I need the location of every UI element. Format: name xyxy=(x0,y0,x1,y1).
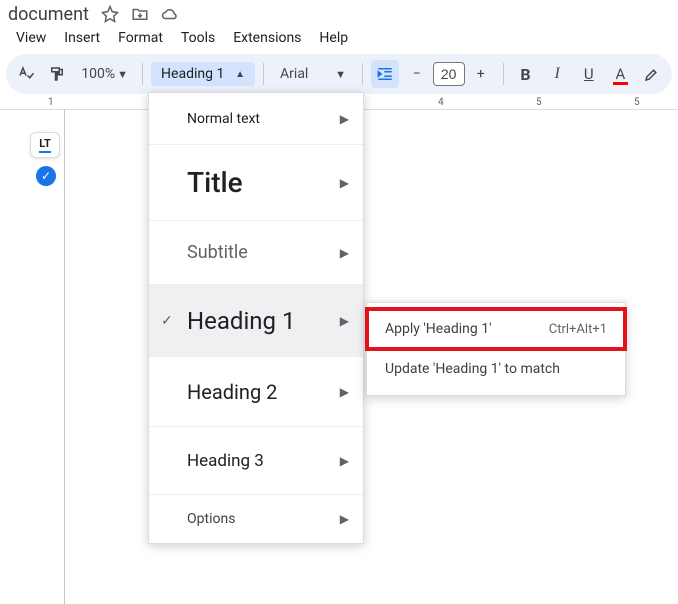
style-option-label: Heading 1 xyxy=(187,307,295,335)
move-to-folder-icon[interactable] xyxy=(131,5,149,23)
submenu-arrow-icon: ▶ xyxy=(340,246,349,260)
style-option-label: Title xyxy=(187,166,243,199)
highlight-color-icon[interactable] xyxy=(638,60,666,88)
menu-insert[interactable]: Insert xyxy=(56,27,108,49)
style-option-heading-2[interactable]: Heading 2 ▶ xyxy=(149,357,363,427)
separator xyxy=(503,63,504,85)
spellcheck-icon[interactable] xyxy=(12,60,40,88)
document-title[interactable]: document xyxy=(8,4,89,25)
toolbar: 100% ▼ Heading 1 ▲ Arial ▼ − + B I U A xyxy=(6,54,672,94)
font-size-group: − + xyxy=(403,60,495,88)
menubar: View Insert Format Tools Extensions Help xyxy=(0,26,678,52)
menu-help[interactable]: Help xyxy=(311,27,356,49)
paragraph-style-selector[interactable]: Heading 1 ▲ xyxy=(151,62,255,86)
font-selector[interactable]: Arial ▼ xyxy=(272,62,354,86)
style-selector-label: Heading 1 xyxy=(161,66,224,82)
check-badge-icon[interactable]: ✓ xyxy=(36,166,56,186)
style-option-label: Normal text xyxy=(187,111,260,127)
separator xyxy=(263,63,264,85)
style-option-label: Heading 2 xyxy=(187,380,277,404)
menu-view[interactable]: View xyxy=(8,27,54,49)
ruler-tick: 5 xyxy=(634,97,640,108)
style-option-subtitle[interactable]: Subtitle ▶ xyxy=(149,221,363,285)
chevron-down-icon: ▼ xyxy=(335,68,346,81)
zoom-selector[interactable]: 100% ▼ xyxy=(75,66,134,82)
ruler-tick: 1 xyxy=(48,97,54,108)
chevron-down-icon: ▼ xyxy=(117,68,128,81)
italic-button[interactable]: I xyxy=(543,60,571,88)
paint-format-icon[interactable] xyxy=(44,60,72,88)
underline-button[interactable]: U xyxy=(575,60,603,88)
apply-heading1-item[interactable]: Apply 'Heading 1' Ctrl+Alt+1 xyxy=(367,309,625,349)
checkmark-icon: ✓ xyxy=(161,313,173,329)
paragraph-styles-menu: Normal text▶Title▶Subtitle▶✓Heading 1▶He… xyxy=(148,92,364,544)
decrease-fontsize-button[interactable]: − xyxy=(403,60,431,88)
chevron-up-icon: ▲ xyxy=(235,69,245,80)
style-option-options[interactable]: Options ▶ xyxy=(149,495,363,543)
submenu-arrow-icon: ▶ xyxy=(340,454,349,468)
star-icon[interactable] xyxy=(101,5,119,23)
titlebar: document xyxy=(0,0,678,26)
menu-tools[interactable]: Tools xyxy=(173,27,223,49)
increase-fontsize-button[interactable]: + xyxy=(467,60,495,88)
font-size-input[interactable] xyxy=(433,62,465,86)
submenu-arrow-icon: ▶ xyxy=(340,176,349,190)
style-option-normal-text[interactable]: Normal text ▶ xyxy=(149,93,363,145)
heading1-submenu: Apply 'Heading 1' Ctrl+Alt+1 Update 'Hea… xyxy=(366,302,626,396)
style-option-label: Options xyxy=(187,511,235,527)
ruler-tick: 4 xyxy=(438,97,444,108)
apply-heading-label: Apply 'Heading 1' xyxy=(385,321,492,337)
update-heading1-item[interactable]: Update 'Heading 1' to match xyxy=(367,349,625,389)
zoom-value: 100% xyxy=(81,66,115,82)
submenu-arrow-icon: ▶ xyxy=(340,314,349,328)
left-margin: LT ✓ xyxy=(0,110,64,604)
style-option-label: Heading 3 xyxy=(187,451,264,471)
menu-format[interactable]: Format xyxy=(110,27,171,49)
text-color-swatch xyxy=(613,82,629,85)
submenu-arrow-icon: ▶ xyxy=(340,112,349,126)
cloud-status-icon[interactable] xyxy=(161,5,179,23)
update-heading-label: Update 'Heading 1' to match xyxy=(385,361,560,377)
style-option-title[interactable]: Title ▶ xyxy=(149,145,363,221)
text-color-button[interactable]: A xyxy=(607,60,635,88)
style-option-heading-1[interactable]: ✓ Heading 1 ▶ xyxy=(149,285,363,357)
menu-extensions[interactable]: Extensions xyxy=(225,27,309,49)
separator xyxy=(362,63,363,85)
languagetool-label: LT xyxy=(39,137,51,153)
submenu-arrow-icon: ▶ xyxy=(340,385,349,399)
ruler-tick: 5 xyxy=(536,97,542,108)
font-selector-label: Arial xyxy=(280,66,308,82)
submenu-arrow-icon: ▶ xyxy=(340,512,349,526)
languagetool-badge[interactable]: LT xyxy=(30,132,60,158)
separator xyxy=(142,63,143,85)
style-option-label: Subtitle xyxy=(187,242,248,263)
bold-button[interactable]: B xyxy=(512,60,540,88)
decrease-indent-icon[interactable] xyxy=(371,60,399,88)
apply-heading-shortcut: Ctrl+Alt+1 xyxy=(549,322,607,337)
style-option-heading-3[interactable]: Heading 3 ▶ xyxy=(149,427,363,495)
